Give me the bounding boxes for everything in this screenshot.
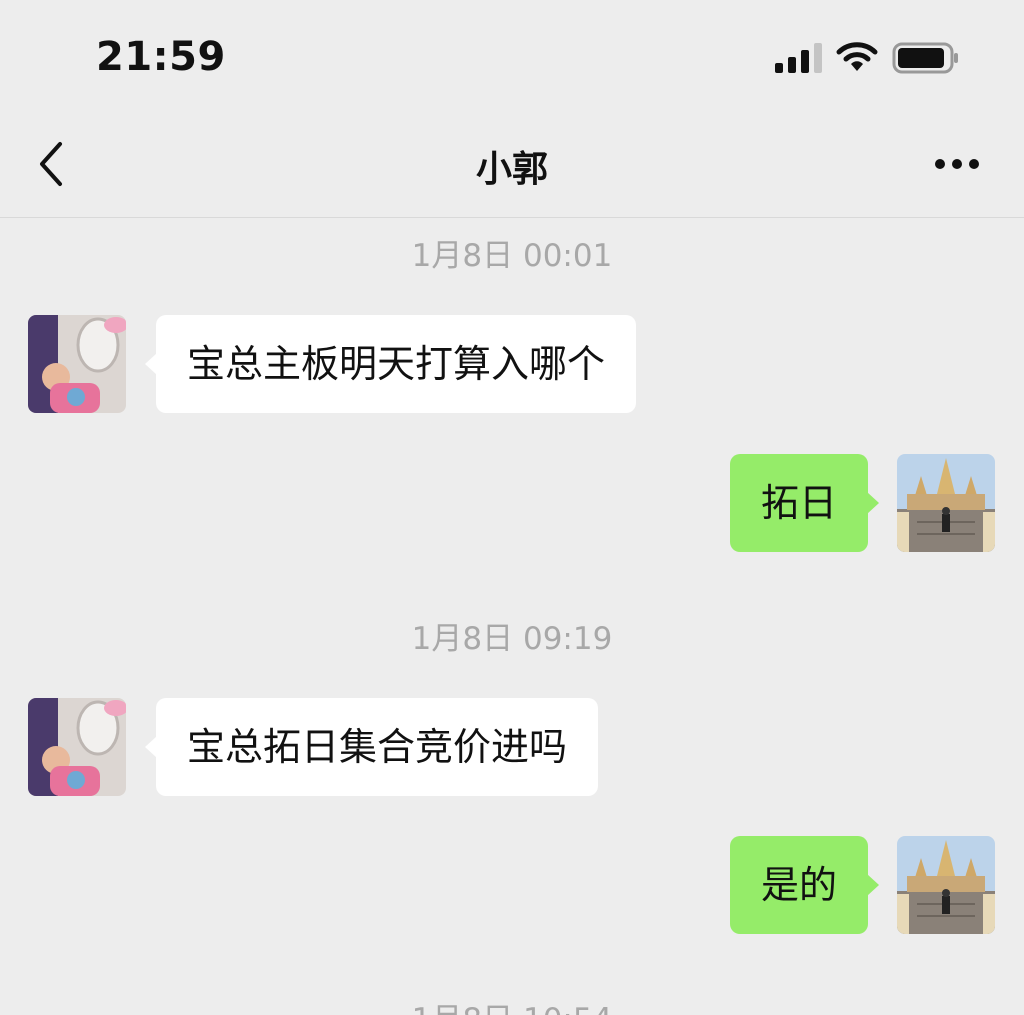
message-timestamp: 1月8日 00:01 bbox=[411, 238, 613, 274]
contact-avatar[interactable] bbox=[28, 315, 126, 413]
message-timestamp: 1月8日 09:19 bbox=[411, 621, 613, 657]
signal-icon bbox=[775, 43, 822, 73]
battery-icon bbox=[892, 42, 958, 74]
status-bar: 21:59 bbox=[0, 0, 1024, 110]
incoming-message-bubble[interactable]: 宝总主板明天打算入哪个 bbox=[144, 315, 637, 413]
outgoing-message-bubble[interactable]: 是的 bbox=[729, 836, 880, 934]
more-dots-icon[interactable] bbox=[926, 146, 988, 182]
my-avatar[interactable] bbox=[897, 836, 995, 934]
chat-title: 小郭 bbox=[475, 149, 548, 190]
wifi-icon bbox=[836, 42, 878, 71]
contact-avatar[interactable] bbox=[28, 698, 126, 796]
chat-message-list[interactable]: 1月8日 00:01 宝总主板明天打算入哪个 拓日 1月8日 09:19 宝总拓… bbox=[0, 218, 1024, 1015]
status-time: 21:59 bbox=[96, 34, 226, 80]
nav-bar: 小郭 bbox=[0, 110, 1024, 218]
outgoing-message-bubble[interactable]: 拓日 bbox=[729, 454, 880, 552]
chat-screen: 21:59 小郭 1月8日 00:01 宝总主板明天打算入哪个 拓日 1月8日 … bbox=[0, 0, 1024, 1015]
message-timestamp: 1月8日 10:54 bbox=[0, 994, 1024, 1015]
incoming-message-bubble[interactable]: 宝总拓日集合竞价进吗 bbox=[144, 698, 599, 796]
my-avatar[interactable] bbox=[897, 454, 995, 552]
